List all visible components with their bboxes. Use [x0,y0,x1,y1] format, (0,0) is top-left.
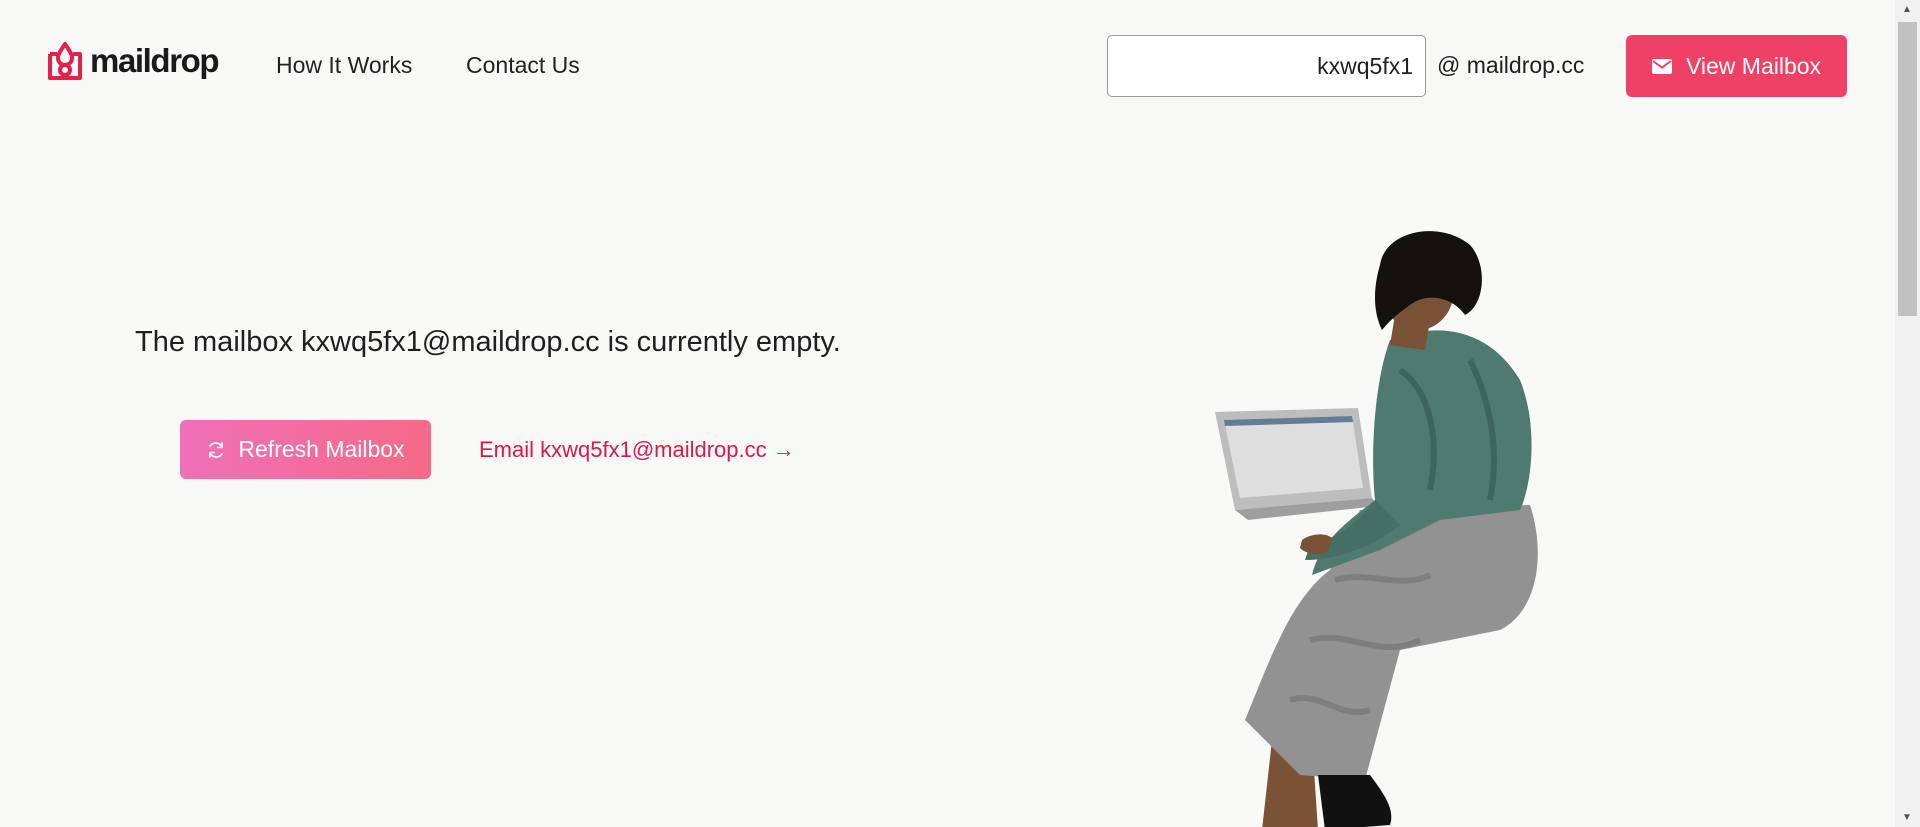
view-mailbox-label: View Mailbox [1685,52,1822,79]
vertical-scrollbar[interactable]: ▲ ▼ [1895,0,1920,827]
email-mailbox-link[interactable]: Email kxwq5fx1@maildrop.cc → [479,437,795,463]
scroll-up-arrow-icon[interactable]: ▲ [1902,4,1912,15]
refresh-icon [209,441,224,458]
logo-text: maildrop [90,42,220,79]
maildrop-logo-icon [48,42,82,80]
view-mailbox-button[interactable]: View Mailbox [1626,35,1847,97]
empty-mailbox-message: The mailbox kxwq5fx1@maildrop.cc is curr… [135,326,841,358]
domain-suffix: @ maildrop.cc [1437,52,1585,78]
scroll-down-arrow-icon[interactable]: ▼ [1902,812,1912,823]
nav-contact-us[interactable]: Contact Us [466,52,580,79]
envelope-icon [1651,58,1672,74]
refresh-mailbox-label: Refresh Mailbox [238,436,405,462]
page: maildrop How It Works Contact Us @ maild… [0,0,1920,827]
woman-with-laptop-illustration [1215,231,1538,827]
refresh-mailbox-button[interactable]: Refresh Mailbox [180,420,431,479]
maildrop-logo[interactable]: maildrop [46,40,220,82]
nav-how-it-works[interactable]: How It Works [276,52,412,79]
mailbox-input[interactable] [1107,35,1426,97]
site-header: maildrop How It Works Contact Us @ maild… [0,0,1895,132]
scrollbar-thumb[interactable] [1898,22,1917,316]
